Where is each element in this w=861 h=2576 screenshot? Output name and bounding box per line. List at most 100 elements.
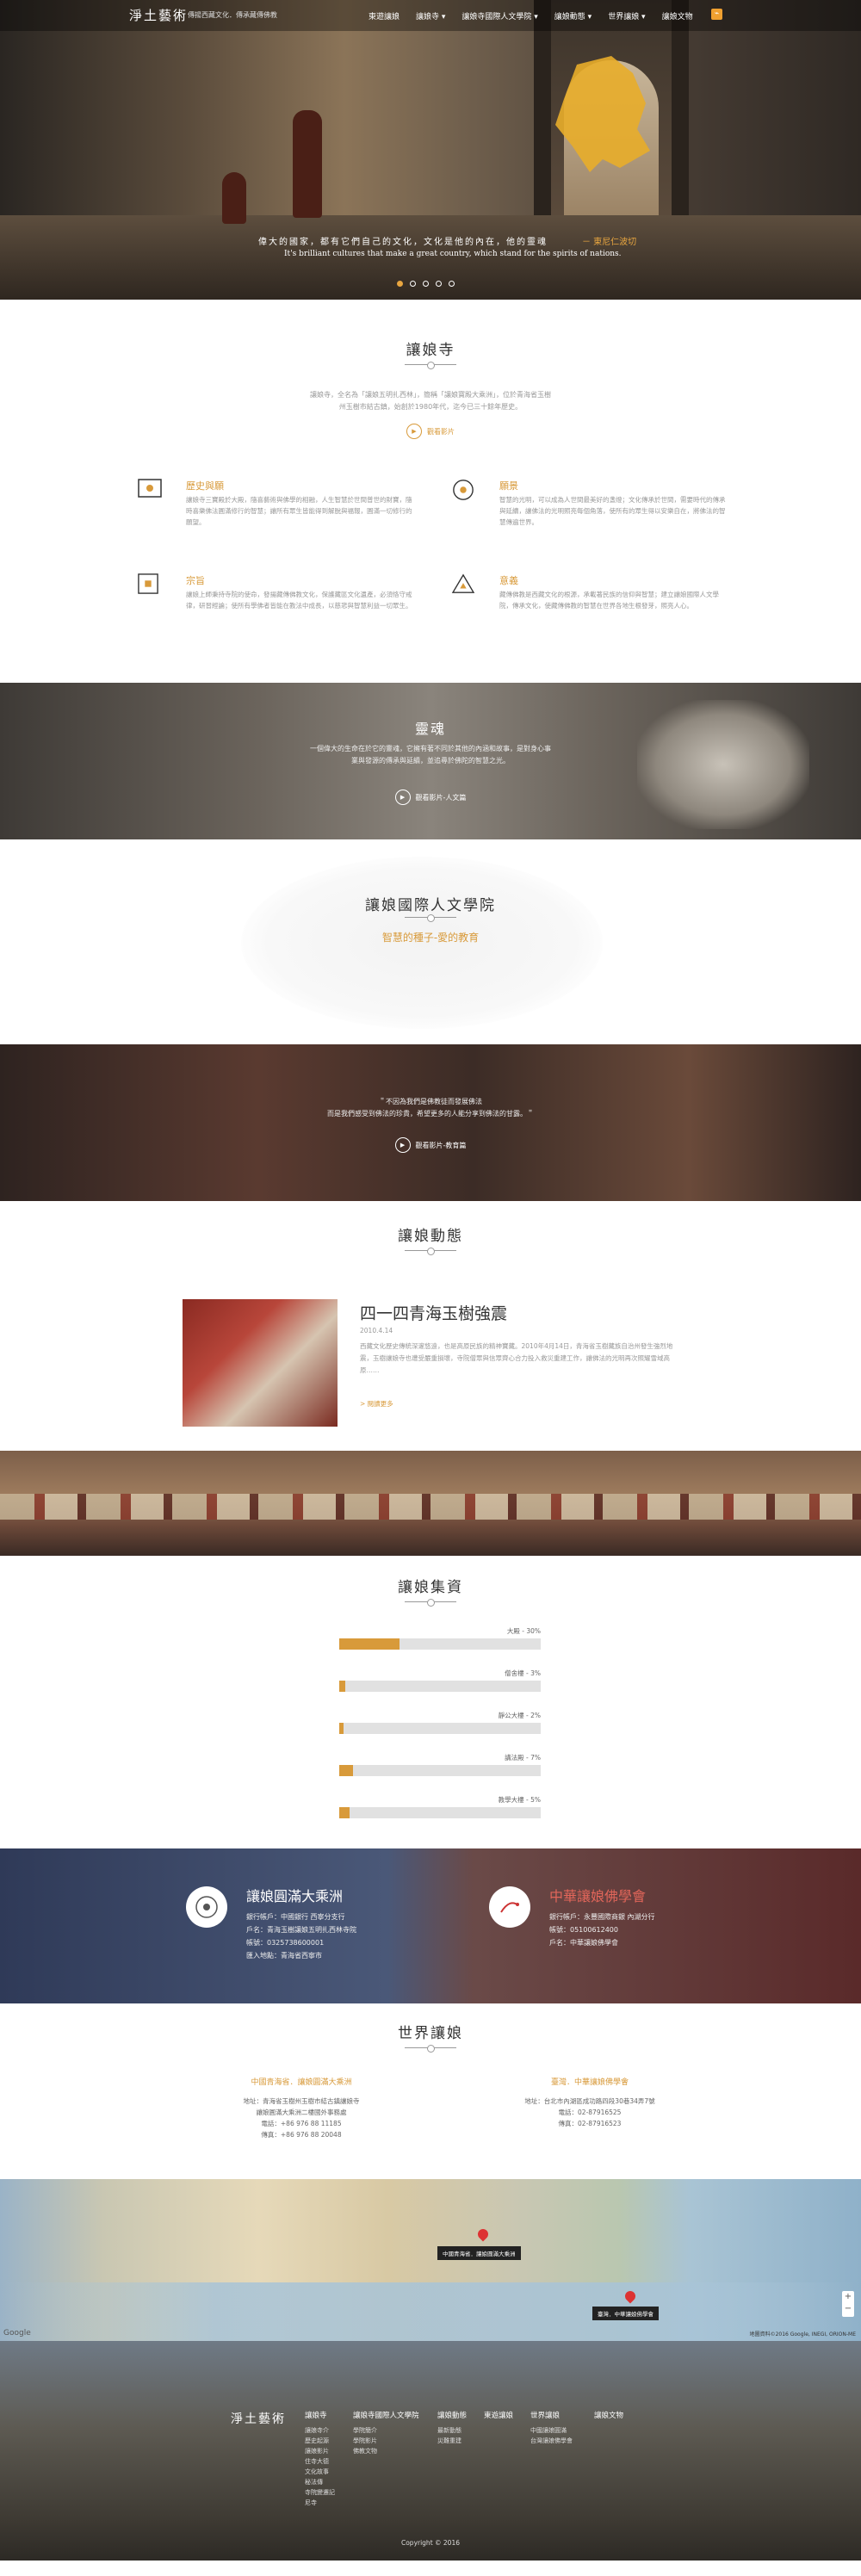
progress-track: [339, 1638, 541, 1650]
square-dot-icon: [138, 573, 158, 594]
slider-dot[interactable]: [449, 281, 455, 287]
account-title: 讓娘圓滿大乘洲: [246, 1888, 344, 1904]
map-marker-label[interactable]: 中國青海省．讓娘圓滿大乘洲: [437, 2246, 521, 2260]
map-marker-label[interactable]: 臺灣．中華讓娘佛學會: [592, 2307, 659, 2320]
address-line: 電話：+86 976 88 11185: [261, 2120, 342, 2127]
slider-dot[interactable]: [423, 281, 429, 287]
footer-link[interactable]: 文化故事: [305, 2467, 335, 2477]
account-details: 銀行帳戶：中國銀行 西寧分支行 戶名：青海玉樹讓娘五明扎西林寺院 帳號：0325…: [246, 1910, 356, 1962]
read-more-link[interactable]: > 閱讀更多: [360, 1399, 393, 1409]
play-icon[interactable]: ▶: [406, 424, 422, 439]
feature-title: 宗旨: [186, 575, 205, 586]
nav-item[interactable]: 讓娘寺 ▾: [416, 10, 445, 22]
news-headline[interactable]: 四一四青海玉樹強震: [360, 1301, 507, 1324]
top-navbar: 淨土藝術 傳揚西藏文化．傳承藏傳佛教 東遊讓娘 讓娘寺 ▾ 讓娘寺國際人文學院 …: [0, 0, 861, 31]
footer-column: 讓娘動態 最新動態 災難重建: [437, 2410, 467, 2446]
rss-icon[interactable]: ⌁: [711, 9, 722, 20]
account-line: 銀行帳戶：永豐國際商銀 內湖分行: [549, 1913, 655, 1921]
address-heading: 臺灣．中華讓娘佛學會: [550, 2078, 629, 2087]
footer-column-heading[interactable]: 東遊讓娘: [484, 2410, 513, 2420]
footer-logo[interactable]: 淨土藝術: [231, 2410, 286, 2427]
nav-item[interactable]: 東遊讓娘: [369, 10, 400, 22]
map-pin-icon[interactable]: [475, 2226, 491, 2242]
zoom-controls[interactable]: + −: [842, 2291, 854, 2317]
play-icon[interactable]: ▶: [394, 1137, 411, 1153]
footer-link[interactable]: 讓娘影片: [305, 2446, 335, 2456]
video-link[interactable]: ▶ 觀看影片-教育篇: [0, 1137, 861, 1153]
title-divider: [405, 2045, 456, 2053]
video-link[interactable]: ▶ 觀看影片: [0, 424, 861, 439]
map-sea: [0, 2282, 861, 2341]
fundraising-section: 讓娘集資 大殿 - 30% 僧舍樓 - 3% 靜公大樓 - 2% 講法殿 - 7…: [0, 1556, 861, 1848]
progress-track: [339, 1681, 541, 1692]
slider-dots: [397, 281, 461, 287]
google-map[interactable]: 中國青海省．讓娘圓滿大乘洲 臺灣．中華讓娘佛學會 Google 地圖資料©201…: [0, 2179, 861, 2341]
title-divider: [405, 362, 456, 369]
society-logo-icon: [489, 1886, 530, 1928]
video-link[interactable]: ▶ 觀看影片-人文篇: [0, 790, 861, 805]
feature-title: 歷史與願: [186, 480, 224, 492]
nav-item[interactable]: 讓娘文物: [662, 10, 693, 22]
footer-link[interactable]: 讓娘寺介: [305, 2425, 335, 2436]
progress-track: [339, 1765, 541, 1776]
footer-link[interactable]: 歷史起源: [305, 2436, 335, 2446]
footer-column-heading[interactable]: 讓娘寺國際人文學院: [353, 2410, 419, 2420]
footer-column: 讓娘寺 讓娘寺介 歷史起源 讓娘影片 住寺大德 文化故事 秘法傳 寺院變遷記 尼…: [305, 2410, 335, 2508]
target-icon: [138, 479, 162, 498]
site-logo[interactable]: 淨土藝術: [129, 6, 188, 24]
video-link-label[interactable]: 觀看影片-人文篇: [416, 793, 467, 802]
progress-fill: [339, 1723, 344, 1734]
nav-item[interactable]: 讓娘動態 ▾: [554, 10, 592, 22]
address-line: 地址：台北市內湖區成功路四段30巷34弄7號: [524, 2097, 655, 2105]
footer-column-heading[interactable]: 世界讓娘: [530, 2410, 573, 2420]
play-icon[interactable]: ▶: [394, 790, 411, 805]
feature-text: 藏傳佛教是西藏文化的根源，承載著民族的信仰與智慧；建立讓娘國際人文學院，傳承文化…: [499, 591, 719, 610]
nav-item[interactable]: 世界讓娘 ▾: [608, 10, 645, 22]
video-link-label[interactable]: 觀看影片: [427, 427, 455, 437]
tents-image: [0, 1494, 861, 1520]
address-line: 傳真：02-87916523: [558, 2120, 622, 2127]
footer-column: 世界讓娘 中國讓娘圓滿 台灣讓娘佛學會: [530, 2410, 573, 2446]
progress-bar: 講法殿 - 7%: [339, 1753, 541, 1776]
site-tagline: 傳揚西藏文化．傳承藏傳佛教: [188, 11, 277, 19]
footer-link[interactable]: 最新動態: [437, 2425, 467, 2436]
region-map-overlay: [555, 56, 650, 172]
site-footer: 淨土藝術 讓娘寺 讓娘寺介 歷史起源 讓娘影片 住寺大德 文化故事 秘法傳 寺院…: [0, 2341, 861, 2561]
footer-column-heading[interactable]: 讓娘寺: [305, 2410, 335, 2420]
footer-column-heading[interactable]: 讓娘文物: [594, 2410, 623, 2420]
video-link-label[interactable]: 觀看影片-教育篇: [416, 1141, 467, 1150]
footer-link[interactable]: 學院影片: [353, 2436, 419, 2446]
slider-dot[interactable]: [436, 281, 442, 287]
progress-label: 講法殿 - 7%: [505, 1754, 541, 1762]
footer-link[interactable]: 秘法傳: [305, 2477, 335, 2487]
footer-link[interactable]: 尼寺: [305, 2498, 335, 2508]
slider-dot[interactable]: [397, 281, 403, 287]
progress-bar: 教學大樓 - 5%: [339, 1795, 541, 1818]
footer-column-heading[interactable]: 讓娘動態: [437, 2410, 467, 2420]
footer-link[interactable]: 住寺大德: [305, 2456, 335, 2467]
news-image[interactable]: [183, 1299, 338, 1427]
footer-link[interactable]: 學院簡介: [353, 2425, 419, 2436]
nav-item[interactable]: 讓娘寺國際人文學院 ▾: [461, 10, 537, 22]
map-credit: 地圖資料©2016 Google, INEGI, ORION-ME: [749, 2331, 856, 2338]
footer-link[interactable]: 中國讓娘圓滿: [530, 2425, 573, 2436]
section-title: 讓娘集資: [398, 1579, 463, 1596]
footer-link[interactable]: 台灣讓娘佛學會: [530, 2436, 573, 2446]
circle-dot-icon: [453, 480, 474, 500]
footer-link[interactable]: 寺院變遷記: [305, 2487, 335, 2498]
feature-text: 讓娘上師秉持寺院的使命，發揚藏傳佛教文化，保護藏區文化遺產，必須恪守戒律，研習經…: [186, 591, 412, 610]
section-title: 世界讓娘: [398, 2025, 463, 2042]
monk-figure: [293, 110, 322, 218]
main-nav: 東遊讓娘 讓娘寺 ▾ 讓娘寺國際人文學院 ▾ 讓娘動態 ▾ 世界讓娘 ▾ 讓娘文…: [369, 10, 709, 22]
progress-label: 僧舍樓 - 3%: [505, 1669, 541, 1677]
hero-quote-en: It's brilliant cultures that make a grea…: [284, 250, 622, 258]
account-line: 帳號：0325738600001: [246, 1939, 325, 1947]
slider-dot[interactable]: [410, 281, 416, 287]
footer-link[interactable]: 災難重建: [437, 2436, 467, 2446]
footer-link[interactable]: 佛教文物: [353, 2446, 419, 2456]
google-logo: Google: [3, 2329, 31, 2338]
address-line: 讓娘圓滿大乘洲二樓國外事務處: [256, 2108, 347, 2116]
account-title: 中華讓娘佛學會: [549, 1888, 647, 1904]
progress-fill: [339, 1681, 346, 1692]
address-line: 地址：青海省玉樹州玉樹市結古鎮讓娘寺: [243, 2097, 360, 2105]
